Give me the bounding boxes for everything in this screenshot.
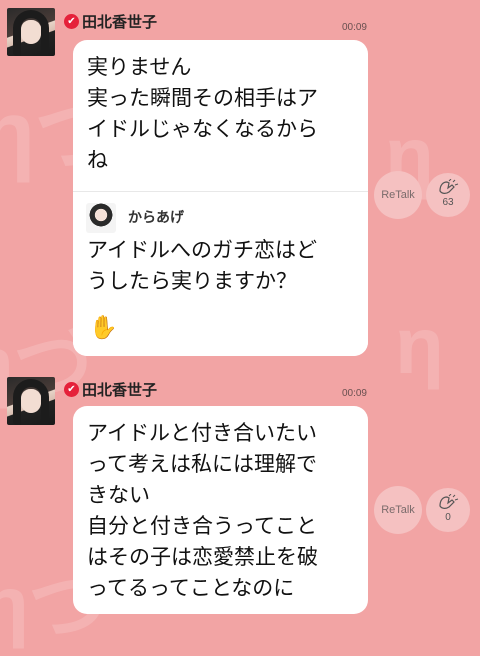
author-name[interactable]: 田北香世子 <box>82 379 157 400</box>
quote-text: アイドルへのガチ恋はど うしたら実りますか？ <box>87 238 317 293</box>
message-text: アイドルと付き合いたい って考えは私には理解で きない 自分と付き合うってこと … <box>87 421 318 600</box>
quote-author-name: からあげ <box>128 210 184 226</box>
author-name[interactable]: 田北香世子 <box>82 11 157 32</box>
avatar[interactable] <box>7 377 55 425</box>
clap-count: 63 <box>442 197 454 208</box>
raised-hand-icon: ✋ <box>89 315 118 341</box>
talk-post: ✔ 田北香世子 00:09 実りません 実った瞬間その相手はア イドルじゃなくな… <box>0 0 480 360</box>
quoted-message[interactable]: からあげ アイドルへのガチ恋はど うしたら実りますか？ ✋ <box>73 191 368 356</box>
clap-button[interactable]: 0 <box>426 488 470 532</box>
retalk-button[interactable]: ReTalk <box>374 486 422 534</box>
retalk-button[interactable]: ReTalk <box>374 171 422 219</box>
timestamp: 00:09 <box>341 22 367 33</box>
timestamp: 00:09 <box>341 388 367 399</box>
verified-icon: ✔ <box>64 14 79 29</box>
message-bubble: 実りません 実った瞬間その相手はア イドルじゃなくなるから ね からあげ アイド… <box>73 40 368 356</box>
quote-avatar <box>86 203 116 233</box>
talk-post: ✔ 田北香世子 00:09 アイドルと付き合いたい って考えは私には理解で きな… <box>0 372 480 632</box>
message-bubble: アイドルと付き合いたい って考えは私には理解で きない 自分と付き合うってこと … <box>73 406 368 614</box>
verified-icon: ✔ <box>64 382 79 397</box>
message-text: 実りません 実った瞬間その相手はア イドルじゃなくなるから ね <box>87 55 318 172</box>
clap-icon <box>439 179 459 194</box>
clap-icon <box>439 494 459 509</box>
clap-count: 0 <box>445 512 451 523</box>
clap-button[interactable]: 63 <box>426 173 470 217</box>
avatar[interactable] <box>7 8 55 56</box>
